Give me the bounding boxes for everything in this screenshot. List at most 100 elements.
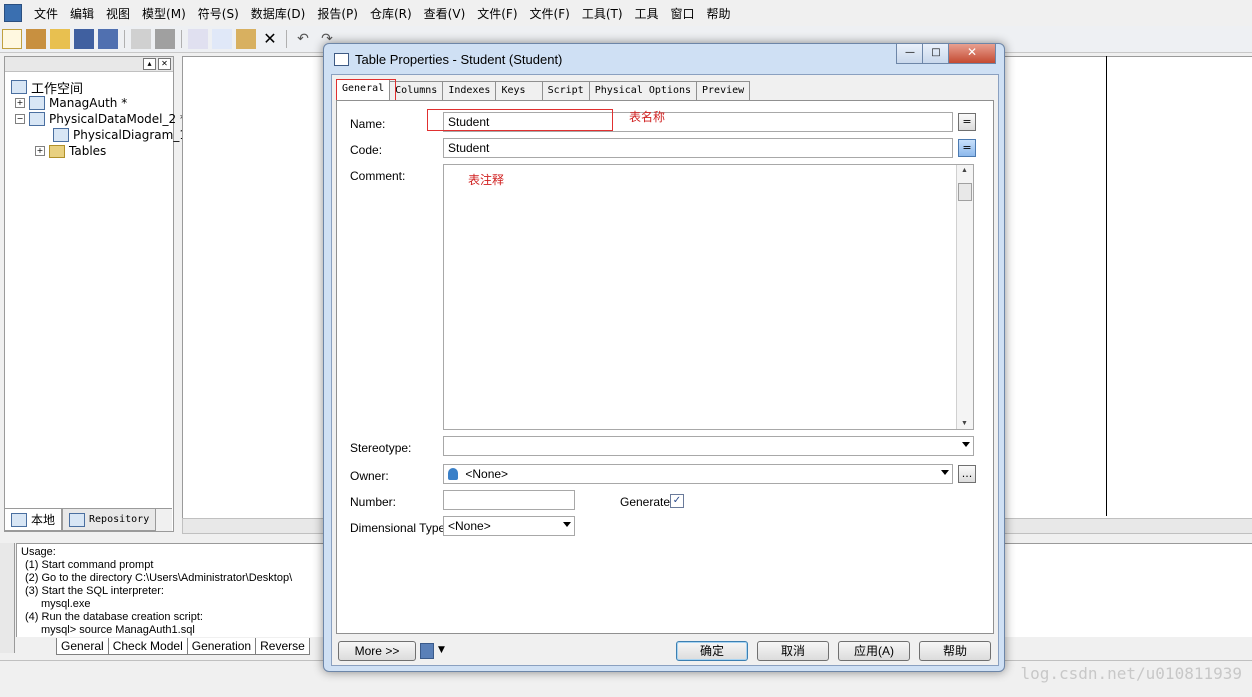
print-icon[interactable] — [155, 29, 175, 49]
output-line: (1) Start command prompt — [25, 559, 154, 571]
tab-local[interactable]: 本地 — [4, 509, 63, 531]
minimize-icon[interactable]: — — [896, 44, 924, 64]
dimensional-type-label: Dimensional Type: — [350, 521, 449, 535]
tree-root-label: 工作空间 — [31, 81, 84, 97]
tab-script[interactable]: Script — [541, 81, 590, 100]
tab-preview[interactable]: Preview — [696, 81, 751, 100]
user-icon — [448, 468, 458, 480]
scroll-thumb[interactable] — [958, 183, 972, 201]
general-tab-page: Name: Student 表名称 = Code: Student = Comm… — [336, 100, 994, 634]
workspace-panel-header: ▴ ✕ — [5, 57, 173, 72]
model-icon — [29, 112, 45, 126]
workspace-tabs: 本地 Repository — [4, 508, 172, 531]
workspace-icon — [11, 80, 27, 94]
menu-edit[interactable]: 编辑 — [64, 5, 100, 22]
number-label: Number: — [350, 495, 397, 509]
generate-checkbox[interactable]: ✓ — [670, 494, 684, 508]
tree-root[interactable]: 工作空间 — [11, 79, 84, 97]
tree-item-label: ManagAuth * — [49, 96, 128, 110]
app-icon — [4, 4, 22, 22]
package-icon[interactable] — [26, 29, 46, 49]
menu-inspect[interactable]: 查看(V) — [418, 5, 472, 22]
menu-file[interactable]: 文件 — [28, 5, 64, 22]
paste-icon[interactable] — [236, 29, 256, 49]
more-button[interactable]: More >> — [338, 641, 416, 661]
menu-help[interactable]: 帮助 — [701, 5, 737, 22]
menu-file-2[interactable]: 文件(F) — [471, 5, 523, 22]
output-line: (2) Go to the directory C:\Users\Adminis… — [25, 572, 293, 584]
tree-item-physicaldatamodel[interactable]: − PhysicalDataModel_2 * — [15, 111, 186, 127]
output-tab-general[interactable]: General — [56, 638, 109, 655]
expand-icon[interactable]: + — [35, 146, 45, 156]
copy-icon[interactable] — [212, 29, 232, 49]
menu-report[interactable]: 报告(P) — [311, 5, 364, 22]
output-tab-check-model[interactable]: Check Model — [107, 638, 188, 655]
apply-button[interactable]: 应用(A) — [838, 641, 910, 661]
chevron-down-icon — [941, 470, 949, 475]
code-input[interactable]: Student — [443, 138, 953, 158]
menu-tools-2[interactable]: 工具 — [629, 5, 665, 22]
page-border-line — [1106, 56, 1107, 516]
menu-symbol[interactable]: 符号(S) — [192, 5, 245, 22]
name-label: Name: — [350, 117, 386, 131]
name-equals-button[interactable]: = — [958, 113, 976, 131]
tab-repository-label: Repository — [89, 514, 150, 525]
help-button[interactable]: 帮助 — [919, 641, 991, 661]
delete-icon[interactable]: ✕ — [260, 29, 280, 49]
menu-model[interactable]: 模型(M) — [136, 5, 192, 22]
tree-item-tables[interactable]: + Tables — [35, 143, 106, 159]
name-highlight — [427, 109, 613, 131]
ok-button[interactable]: 确定 — [676, 641, 748, 661]
number-input[interactable] — [443, 490, 575, 510]
scroll-up-icon[interactable]: ▲ — [961, 167, 968, 174]
comment-label: Comment: — [350, 169, 406, 183]
owner-label: Owner: — [350, 469, 389, 483]
menu-tools[interactable]: 工具(T) — [576, 5, 629, 22]
comment-scrollbar[interactable]: ▲ ▼ — [956, 165, 973, 429]
menu-repository[interactable]: 仓库(R) — [364, 5, 418, 22]
watermark: log.csdn.net/u010811939 — [1020, 664, 1242, 683]
open-folder-icon[interactable] — [50, 29, 70, 49]
owner-select[interactable]: <None> — [443, 464, 953, 484]
close-icon[interactable]: ✕ — [948, 44, 996, 64]
output-tab-generation[interactable]: Generation — [186, 638, 257, 655]
dimensional-type-select[interactable]: <None> — [443, 516, 575, 536]
chevron-down-icon[interactable]: ▼ — [438, 645, 445, 655]
scroll-down-icon[interactable]: ▼ — [961, 420, 968, 427]
cut-icon[interactable] — [188, 29, 208, 49]
tab-keys[interactable]: Keys — [495, 81, 543, 100]
output-panel-sidebar — [0, 543, 15, 653]
collapse-icon[interactable]: − — [15, 114, 25, 124]
tree-item-physicaldiagram[interactable]: PhysicalDiagram_1 — [53, 127, 187, 143]
menu-file-3[interactable]: 文件(F) — [524, 5, 576, 22]
new-icon[interactable] — [2, 29, 22, 49]
chevron-down-icon — [962, 442, 970, 447]
save-all-icon[interactable] — [98, 29, 118, 49]
tree-item-label: PhysicalDiagram_1 — [73, 128, 187, 142]
expand-icon[interactable]: + — [15, 98, 25, 108]
save-icon[interactable] — [74, 29, 94, 49]
print-preview-icon[interactable] — [131, 29, 151, 49]
toolbar-separator — [286, 30, 287, 48]
code-equals-button[interactable]: = — [958, 139, 976, 157]
tab-physical-options[interactable]: Physical Options — [588, 81, 698, 100]
menu-database[interactable]: 数据库(D) — [245, 5, 312, 22]
output-tab-reverse[interactable]: Reverse — [255, 638, 310, 655]
owner-ellipsis-button[interactable]: ... — [958, 465, 976, 483]
menu-view[interactable]: 视图 — [100, 5, 136, 22]
panel-close-icon[interactable]: ✕ — [158, 58, 171, 70]
tab-indexes[interactable]: Indexes — [442, 81, 497, 100]
undo-icon[interactable]: ↶ — [293, 29, 313, 49]
tab-columns[interactable]: Columns — [389, 81, 444, 100]
table-icon — [334, 52, 349, 66]
stereotype-select[interactable] — [443, 436, 974, 456]
panel-maximize-icon[interactable]: ▴ — [143, 58, 156, 70]
comment-textarea[interactable]: 表注释 ▲ ▼ — [443, 164, 974, 430]
repository-icon — [69, 512, 86, 527]
tree-item-managauth[interactable]: + ManagAuth * — [15, 95, 127, 111]
tab-repository[interactable]: Repository — [62, 509, 157, 531]
maximize-icon[interactable]: □ — [922, 44, 950, 64]
cancel-button[interactable]: 取消 — [757, 641, 829, 661]
menu-window[interactable]: 窗口 — [665, 5, 701, 22]
page-setup-icon[interactable] — [420, 643, 434, 659]
